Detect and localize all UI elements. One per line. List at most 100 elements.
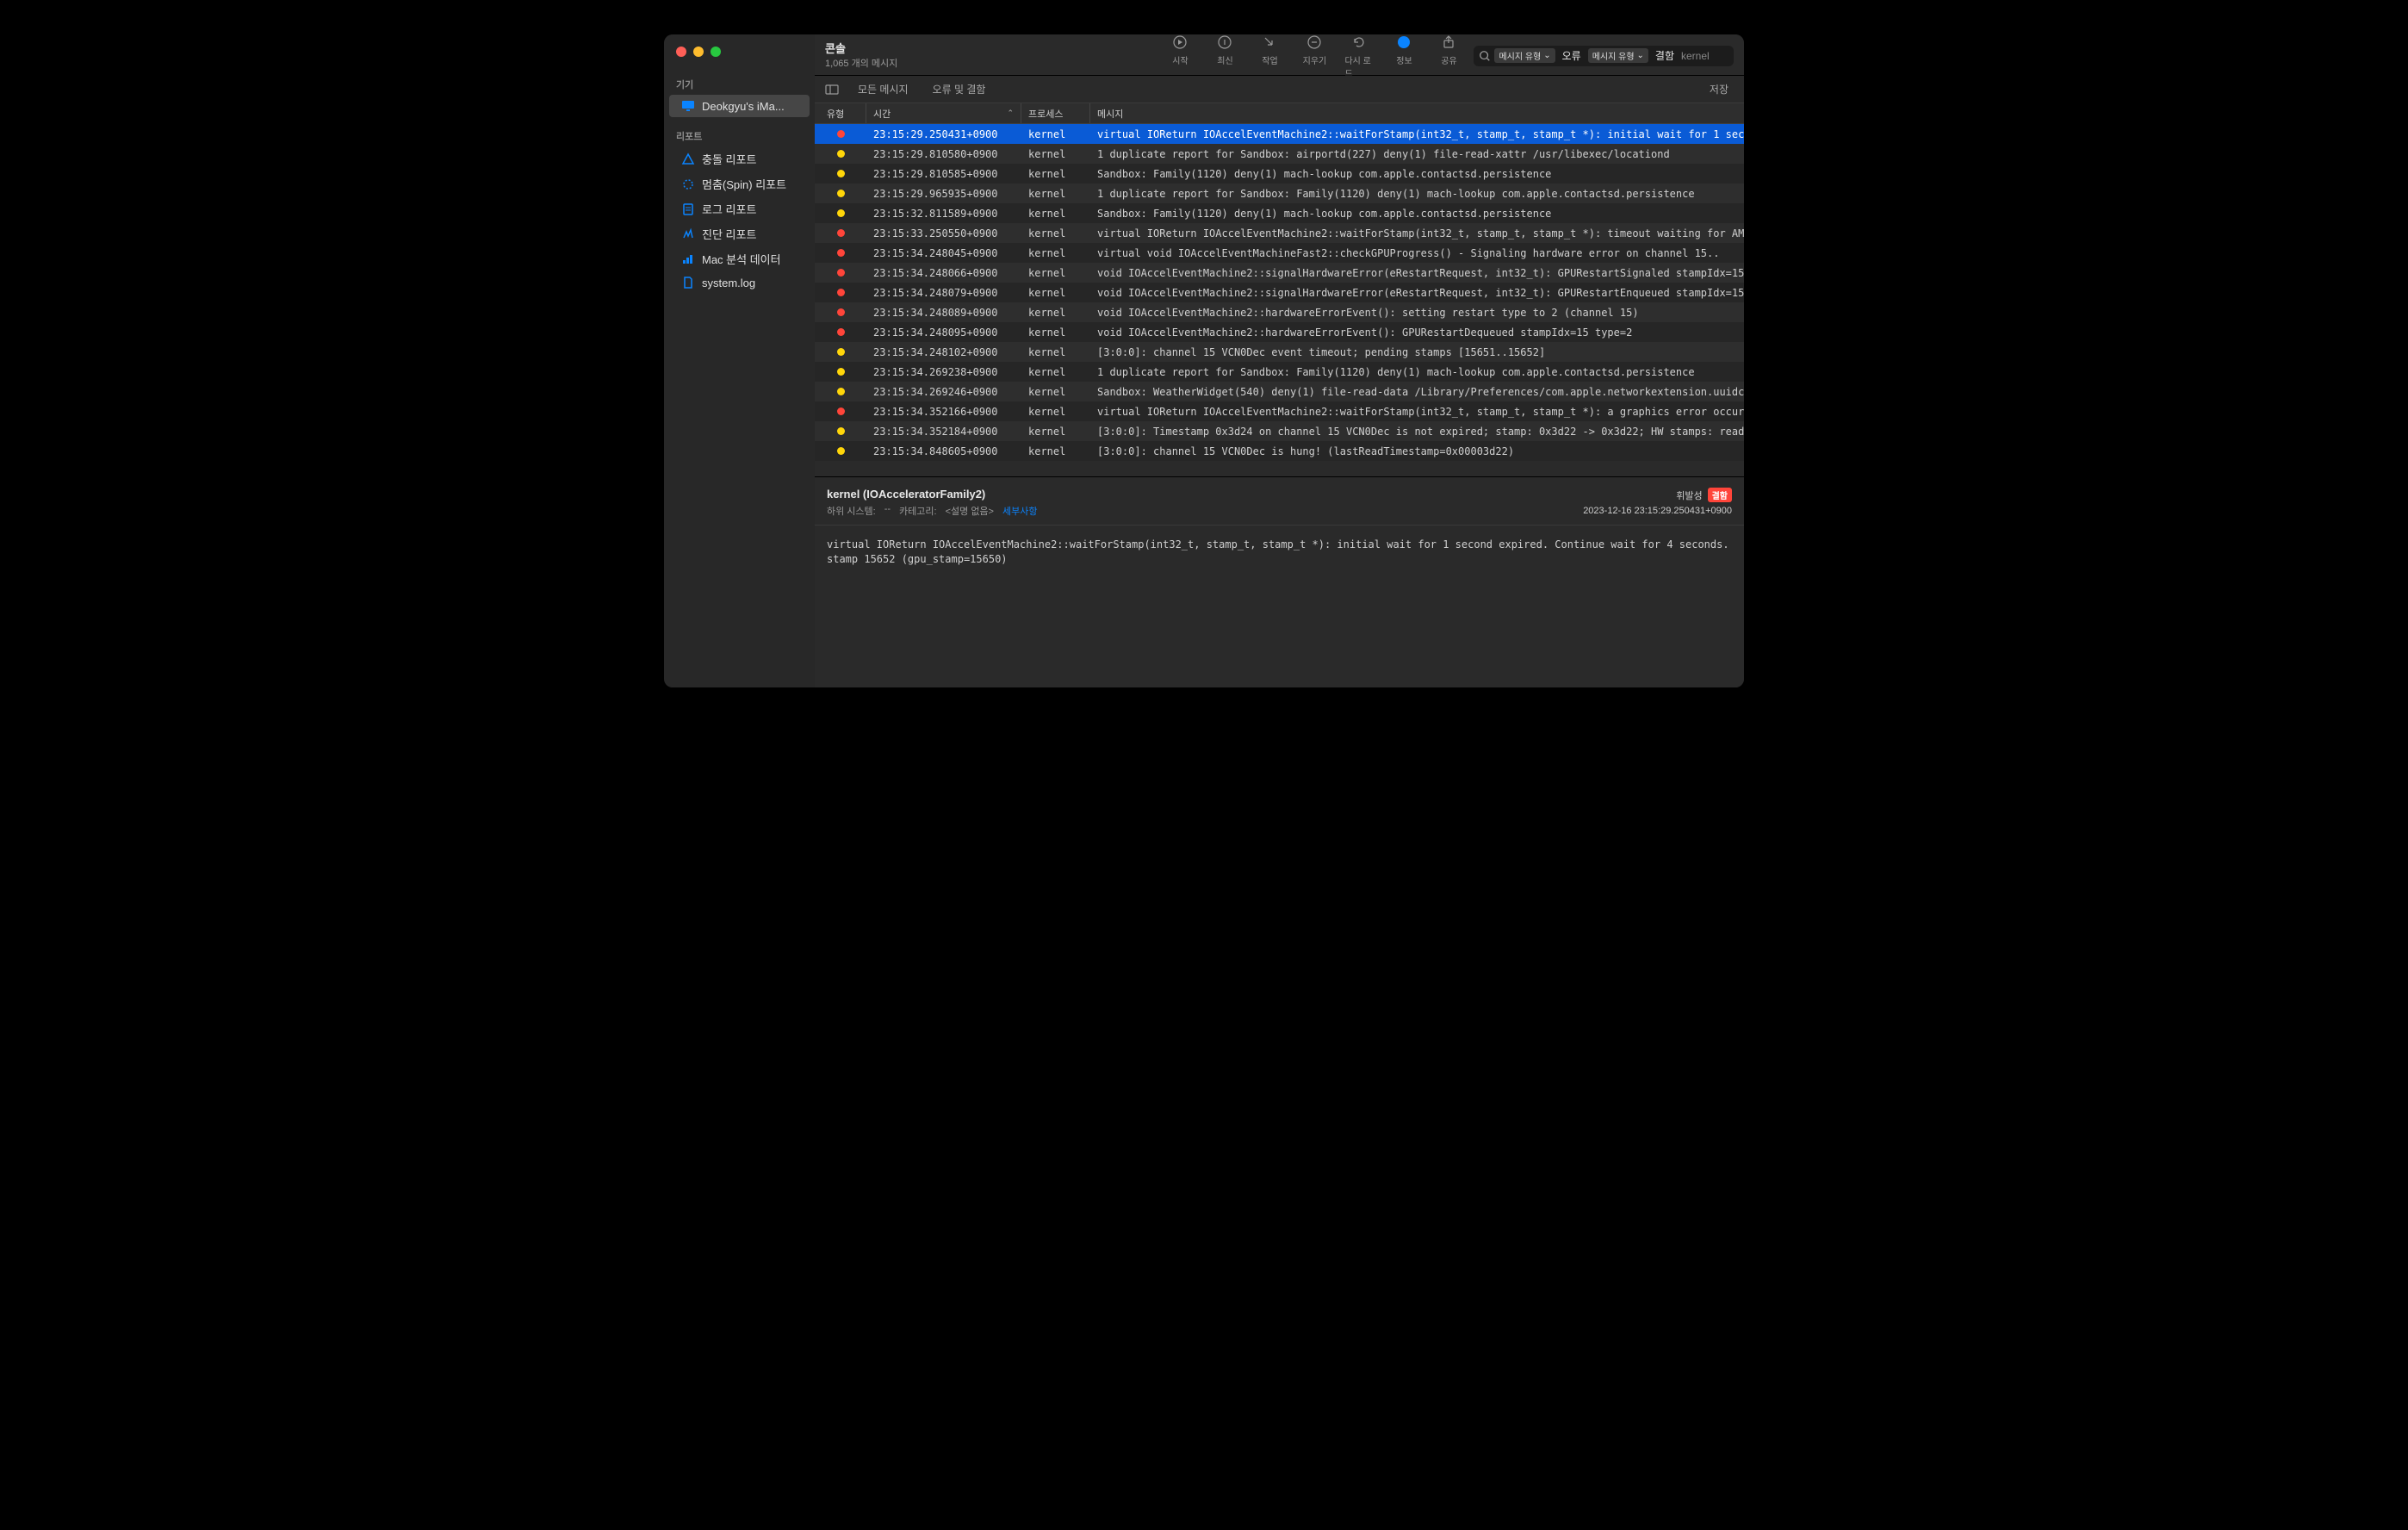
- severity-cell: [815, 447, 866, 455]
- message-cell: Sandbox: WeatherWidget(540) deny(1) file…: [1090, 386, 1744, 398]
- filter-pill-1[interactable]: 메시지 유형⌄: [1494, 48, 1555, 63]
- log-row[interactable]: 23:15:34.248079+0900kernelvoid IOAccelEv…: [815, 283, 1744, 302]
- toolbar-label: 작업: [1262, 53, 1277, 66]
- severity-cell: [815, 130, 866, 138]
- message-cell: virtual IOReturn IOAccelEventMachine2::w…: [1090, 406, 1744, 418]
- window-controls: [664, 34, 815, 65]
- filter-label-fault: 결함: [1652, 48, 1678, 63]
- reload-button[interactable]: 다시 로드: [1344, 34, 1374, 79]
- detail-subsystem-label: 하위 시스템:: [827, 504, 876, 518]
- recent-icon: [1217, 34, 1232, 50]
- diagnostic-icon: [681, 227, 695, 241]
- save-button[interactable]: 저장: [1703, 80, 1735, 98]
- zoom-icon[interactable]: [711, 47, 721, 57]
- process-cell: kernel: [1021, 426, 1090, 438]
- process-cell: kernel: [1021, 406, 1090, 418]
- process-cell: kernel: [1021, 366, 1090, 378]
- log-table-body[interactable]: 23:15:29.250431+0900kernelvirtual IORetu…: [815, 124, 1744, 476]
- filter-pill-2[interactable]: 메시지 유형⌄: [1588, 48, 1648, 63]
- sidebar-crash-reports[interactable]: 충돌 리포트: [669, 146, 810, 171]
- severity-dot-icon: [837, 427, 845, 435]
- detail-details-link[interactable]: 세부사항: [1002, 504, 1037, 518]
- toolbar-label: 지우기: [1303, 53, 1327, 66]
- log-row[interactable]: 23:15:34.248102+0900kernel[3:0:0]: chann…: [815, 342, 1744, 362]
- severity-cell: [815, 249, 866, 257]
- minimize-icon[interactable]: [693, 47, 704, 57]
- detail-volatility: 휘발성: [1676, 488, 1702, 502]
- log-row[interactable]: 23:15:29.810585+0900kernelSandbox: Famil…: [815, 164, 1744, 183]
- process-cell: kernel: [1021, 327, 1090, 339]
- process-cell: kernel: [1021, 247, 1090, 259]
- toolbar-label: 공유: [1441, 53, 1456, 66]
- severity-cell: [815, 209, 866, 217]
- analytics-icon: [681, 252, 695, 266]
- tab-errors-faults[interactable]: 오류 및 결함: [926, 79, 993, 99]
- info-button[interactable]: i 정보: [1389, 34, 1418, 66]
- share-button[interactable]: 공유: [1434, 34, 1463, 66]
- console-window: 기기 Deokgyu's iMa... 리포트 충돌 리포트 멈춤(Spin) …: [664, 34, 1744, 687]
- time-cell: 23:15:34.352166+0900: [866, 406, 1021, 418]
- process-cell: kernel: [1021, 128, 1090, 140]
- time-cell: 23:15:32.811589+0900: [866, 208, 1021, 220]
- column-process[interactable]: 프로세스: [1021, 103, 1090, 123]
- column-time[interactable]: 시간 ⌃: [866, 103, 1021, 123]
- severity-dot-icon: [837, 249, 845, 257]
- severity-cell: [815, 407, 866, 415]
- log-row[interactable]: 23:15:33.250550+0900kernelvirtual IORetu…: [815, 223, 1744, 243]
- reload-icon: [1351, 34, 1367, 50]
- time-cell: 23:15:34.848605+0900: [866, 445, 1021, 457]
- search-field[interactable]: 메시지 유형⌄ 오류 메시지 유형⌄ 결함: [1474, 46, 1734, 66]
- process-cell: kernel: [1021, 287, 1090, 299]
- log-row[interactable]: 23:15:34.248095+0900kernelvoid IOAccelEv…: [815, 322, 1744, 342]
- detail-subsystem-value: --: [884, 504, 891, 518]
- log-row[interactable]: 23:15:34.848605+0900kernel[3:0:0]: chann…: [815, 441, 1744, 461]
- app-title: 콘솔: [825, 40, 897, 56]
- log-row[interactable]: 23:15:34.352166+0900kernelvirtual IORetu…: [815, 401, 1744, 421]
- message-cell: Sandbox: Family(1120) deny(1) mach-looku…: [1090, 168, 1744, 180]
- column-type[interactable]: 유형: [815, 103, 866, 123]
- log-row[interactable]: 23:15:29.965935+0900kernel1 duplicate re…: [815, 183, 1744, 203]
- tab-all-messages[interactable]: 모든 메시지: [851, 79, 915, 99]
- clear-button[interactable]: 지우기: [1300, 34, 1329, 66]
- time-cell: 23:15:34.352184+0900: [866, 426, 1021, 438]
- detail-pane: kernel (IOAcceleratorFamily2) 하위 시스템: --…: [815, 476, 1744, 687]
- message-cell: [3:0:0]: Timestamp 0x3d24 on channel 15 …: [1090, 426, 1744, 438]
- search-icon: [1479, 50, 1491, 62]
- severity-dot-icon: [837, 388, 845, 395]
- log-row[interactable]: 23:15:34.269246+0900kernelSandbox: Weath…: [815, 382, 1744, 401]
- chevron-down-icon: ⌄: [1543, 51, 1550, 60]
- message-cell: 1 duplicate report for Sandbox: Family(1…: [1090, 188, 1744, 200]
- severity-dot-icon: [837, 150, 845, 158]
- close-icon[interactable]: [676, 47, 686, 57]
- detail-message-body[interactable]: virtual IOReturn IOAccelEventMachine2::w…: [815, 526, 1744, 687]
- sidebar-log-reports[interactable]: 로그 리포트: [669, 196, 810, 221]
- start-button[interactable]: 시작: [1165, 34, 1195, 66]
- sidebar-diagnostic-reports[interactable]: 진단 리포트: [669, 221, 810, 246]
- log-row[interactable]: 23:15:29.810580+0900kernel1 duplicate re…: [815, 144, 1744, 164]
- sidebar-system-log[interactable]: system.log: [669, 271, 810, 294]
- log-row[interactable]: 23:15:34.248066+0900kernelvoid IOAccelEv…: [815, 263, 1744, 283]
- search-input[interactable]: [1681, 50, 1728, 62]
- severity-dot-icon: [837, 229, 845, 237]
- message-cell: void IOAccelEventMachine2::signalHardwar…: [1090, 287, 1744, 299]
- message-cell: Sandbox: Family(1120) deny(1) mach-looku…: [1090, 208, 1744, 220]
- log-row[interactable]: 23:15:34.248045+0900kernelvirtual void I…: [815, 243, 1744, 263]
- log-row[interactable]: 23:15:34.269238+0900kernel1 duplicate re…: [815, 362, 1744, 382]
- log-row[interactable]: 23:15:34.352184+0900kernel[3:0:0]: Times…: [815, 421, 1744, 441]
- log-row[interactable]: 23:15:32.811589+0900kernelSandbox: Famil…: [815, 203, 1744, 223]
- severity-cell: [815, 229, 866, 237]
- severity-cell: [815, 150, 866, 158]
- log-row[interactable]: 23:15:29.250431+0900kernelvirtual IORetu…: [815, 124, 1744, 144]
- log-row[interactable]: 23:15:34.248089+0900kernelvoid IOAccelEv…: [815, 302, 1744, 322]
- message-cell: 1 duplicate report for Sandbox: Family(1…: [1090, 366, 1744, 378]
- sidebar-mac-analytics[interactable]: Mac 분석 데이터: [669, 246, 810, 271]
- sidebar-toggle-icon[interactable]: [823, 81, 841, 98]
- time-cell: 23:15:34.248089+0900: [866, 307, 1021, 319]
- process-cell: kernel: [1021, 148, 1090, 160]
- sidebar-item-label: 로그 리포트: [702, 201, 756, 217]
- sidebar-spin-reports[interactable]: 멈춤(Spin) 리포트: [669, 171, 810, 196]
- action-button[interactable]: 작업: [1255, 34, 1284, 66]
- sidebar-device-item[interactable]: Deokgyu's iMa...: [669, 95, 810, 117]
- column-message[interactable]: 메시지: [1090, 107, 1744, 121]
- recent-button[interactable]: 최신: [1210, 34, 1239, 66]
